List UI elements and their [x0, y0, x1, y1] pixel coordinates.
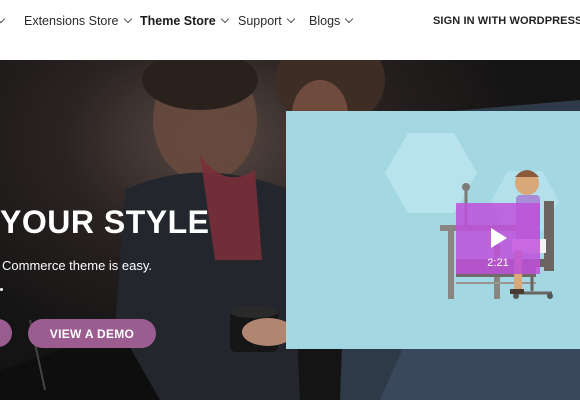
chevron-down-icon — [345, 14, 354, 24]
nav-menu-chevron[interactable] — [0, 14, 6, 28]
nav-item-label: Blogs — [309, 14, 341, 28]
nav-item-support[interactable]: Support — [238, 14, 296, 28]
play-button[interactable]: 2:21 — [456, 203, 540, 274]
signin-link[interactable]: SIGN IN WITH WORDPRESS.C — [433, 15, 580, 27]
chevron-down-icon — [286, 14, 296, 24]
top-nav: Extensions Store Theme Store Support Blo… — [0, 0, 580, 60]
nav-item-label: Theme Store — [140, 14, 216, 28]
hero-bullet — [0, 288, 3, 291]
hero-subtitle: Commerce theme is easy. — [2, 258, 153, 273]
nav-item-label: Extensions Store — [24, 14, 119, 28]
nav-item-theme-store[interactable]: Theme Store — [140, 14, 229, 28]
nav-item-blogs[interactable]: Blogs — [309, 14, 354, 28]
chevron-down-icon — [0, 14, 6, 24]
play-icon — [491, 228, 507, 248]
hero-title: YOUR STYLE — [0, 204, 210, 240]
nav-item-label: Support — [238, 14, 282, 28]
nav-item-extensions-store[interactable]: Extensions Store — [24, 14, 132, 28]
view-demo-button[interactable]: VIEW A DEMO — [28, 319, 156, 348]
video-player[interactable]: 2:21 — [286, 111, 580, 349]
chevron-down-icon — [220, 14, 229, 24]
chevron-down-icon — [123, 14, 132, 24]
video-duration: 2:21 — [487, 257, 509, 269]
